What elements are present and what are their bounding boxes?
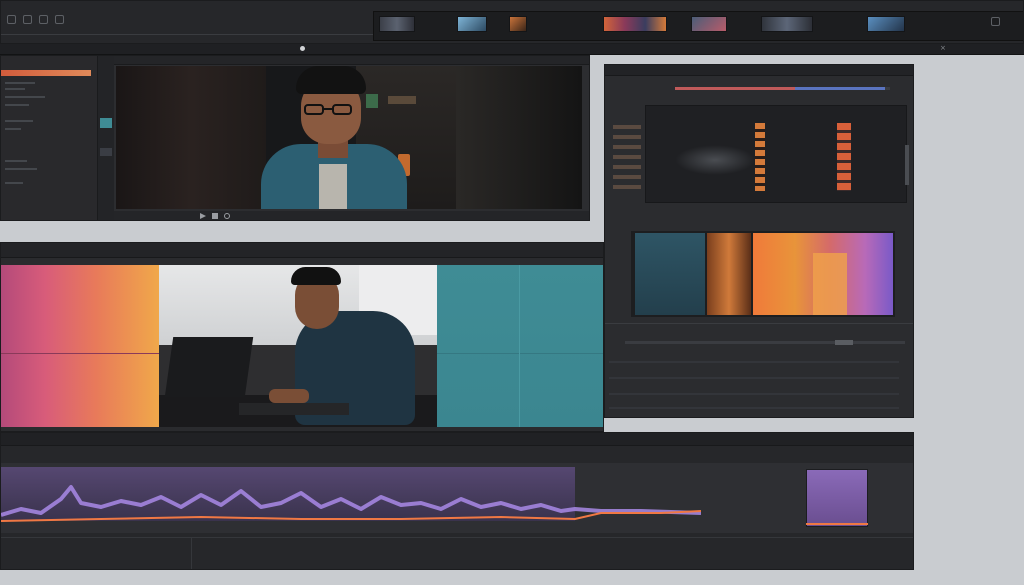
teal-clip[interactable] <box>437 265 603 427</box>
stop-icon[interactable] <box>212 213 218 219</box>
person-hair-2 <box>291 267 341 285</box>
clip-thumb-7[interactable] <box>867 16 905 32</box>
gradient-clip[interactable] <box>1 265 159 427</box>
progress-fill-2 <box>795 87 885 90</box>
clip-thumb-4[interactable] <box>603 16 667 32</box>
viewer-video-frame[interactable] <box>116 66 582 209</box>
cut-icon[interactable] <box>23 15 32 24</box>
side-scrollbar[interactable] <box>905 145 909 185</box>
top-toolbar <box>0 0 1024 44</box>
waveform-purple <box>1 485 701 517</box>
clip-thumb-5[interactable] <box>691 16 727 32</box>
color-panel <box>604 64 914 418</box>
viewer-panel <box>0 55 590 221</box>
close-icon[interactable]: × <box>940 45 946 52</box>
swatch-teal[interactable] <box>635 233 705 315</box>
viewer-header <box>114 56 589 65</box>
node-strip-1[interactable] <box>755 123 765 191</box>
slider-1-knob[interactable] <box>835 340 853 345</box>
viewer-bg-right <box>456 66 582 209</box>
viewer-bg-left <box>116 66 266 209</box>
secondary-toolbar: × <box>0 44 1024 55</box>
shelf-item <box>366 94 378 108</box>
grid-icon[interactable] <box>55 15 64 24</box>
folder-icon[interactable] <box>7 15 16 24</box>
man-laptop-clip[interactable] <box>159 265 437 427</box>
play-icon[interactable] <box>200 213 206 219</box>
node-list <box>613 125 641 195</box>
audio-end-line <box>806 523 868 525</box>
thumb-column <box>98 56 114 220</box>
loop-icon[interactable] <box>224 213 230 219</box>
media-pool <box>1 56 98 220</box>
node-strip-2[interactable] <box>837 123 851 191</box>
laptop-base <box>239 403 349 415</box>
clip-thumb-1[interactable] <box>379 16 415 32</box>
hand <box>269 389 309 403</box>
audio-region-end[interactable] <box>806 469 868 527</box>
swatch-block <box>813 253 847 315</box>
slider-1[interactable] <box>625 341 905 344</box>
clip-thumb-6[interactable] <box>761 16 813 32</box>
person-shirt <box>319 164 347 209</box>
audio-header <box>1 433 913 446</box>
clip-thumb-2[interactable] <box>457 16 487 32</box>
laptop <box>164 337 254 397</box>
transport-bar <box>114 211 589 220</box>
shelf-item-2 <box>388 96 416 104</box>
edit-header <box>1 243 603 258</box>
glasses-icon <box>304 104 356 116</box>
progress-fill <box>675 87 795 90</box>
color-panel-header <box>605 65 913 76</box>
swatch-brown[interactable] <box>707 233 751 315</box>
thumb-mini-1[interactable] <box>100 118 112 128</box>
media-pool-highlight <box>1 70 91 76</box>
clip-thumb-3[interactable] <box>509 16 527 32</box>
audio-waveform[interactable] <box>1 469 701 529</box>
settings-icon[interactable] <box>991 17 1000 26</box>
marker-icon[interactable] <box>39 15 48 24</box>
toolbar-marker-icon[interactable] <box>300 46 305 51</box>
audio-timeline-panel <box>0 432 914 570</box>
person-hair <box>296 66 366 94</box>
edit-timeline-panel <box>0 242 604 432</box>
thumb-mini-2[interactable] <box>100 148 112 156</box>
node-glow <box>675 145 755 175</box>
